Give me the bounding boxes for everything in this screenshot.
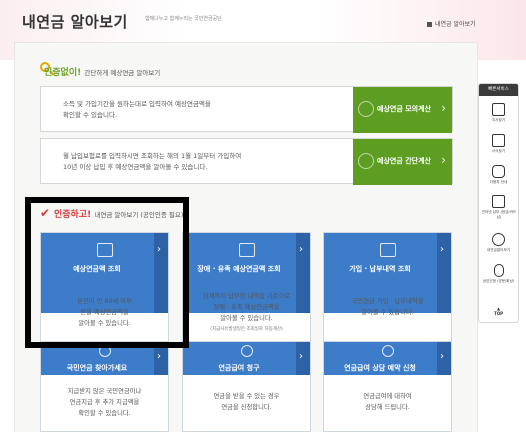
card-title: 연금급여 청구 <box>218 364 260 372</box>
simulation-button[interactable]: 예상연금 모의계산 › <box>353 87 452 133</box>
simple-calc-description: 월 납입보험료를 입력하시면 조회하는 해의 1월 1일부터 가입하여 10년 … <box>63 151 363 173</box>
card-enrollment-history[interactable]: 가입 · 납부내역 조회 › 국민연금 가입 · 납부내역을 알아볼 수 있습니… <box>323 232 452 350</box>
quick-service-menu: 빠른서비스 지사찾기 서식찾기 이용자 안내 인터넷 납부 (현금/카드 납) … <box>478 83 519 323</box>
card-arrow-tab[interactable]: › <box>437 342 451 375</box>
chevron-right-icon: › <box>299 244 303 255</box>
headset-icon <box>381 345 394 357</box>
simulation-description: 소득 및 가입기간을 원하는대로 입력하여 예상연금액을 확인할 수 있습니다. <box>63 99 363 121</box>
card-title: 장애 · 유족 예상연금액 조회 <box>197 265 281 273</box>
card-consultation-booking[interactable]: 연금급여 상담 예약 신청 › 연금급여에 대하여 상담해 드립니다. <box>323 341 452 432</box>
simple-calc-box: 월 납입보험료를 입력하시면 조회하는 해의 1월 1일부터 가입하여 10년 … <box>40 138 453 185</box>
section1-subtitle: 간단하게 예상연금 알아보기 <box>84 69 161 77</box>
chevron-right-icon: › <box>299 351 303 362</box>
card-arrow-tab[interactable]: › <box>296 342 310 375</box>
chevron-right-icon: › <box>157 351 161 362</box>
card-title: 국민연금 찾아가세요 <box>66 364 128 372</box>
quick-item-label: 지사찾기 <box>491 118 506 122</box>
quick-item-label: 내연금알아보기 <box>486 248 511 252</box>
quick-item-guide[interactable]: 이용자 안내 <box>479 165 518 185</box>
card-title: 가입 · 납부내역 조회 <box>349 265 411 273</box>
card-description: 연금을 받을 수 있는 경우 연금을 신청합니다. <box>183 391 310 413</box>
chevron-right-icon: › <box>440 244 444 255</box>
card-description-line: 연금을 받을 수 있는 경우 <box>213 393 280 400</box>
card-description-line: 알아볼 수 있습니다. <box>361 309 414 316</box>
card-description-line: 상담해 드립니다. <box>365 404 410 411</box>
card-note: (지금사유발생일은 조회일로 자동계산) <box>210 327 283 332</box>
building-icon <box>492 103 505 116</box>
pinwheel-icon <box>492 233 505 246</box>
id-card-icon <box>238 243 255 257</box>
header-nav-link[interactable]: 내연금 알아보기 <box>427 19 476 28</box>
monitor-icon <box>240 345 253 357</box>
card-disability-survivor[interactable]: 장애 · 유족 예상연금액 조회 › 현재까지 납부한 내역을 기준으로 장애 … <box>182 232 311 350</box>
simple-calc-button[interactable]: 예상연금 간단계산 › <box>353 139 452 185</box>
card-title: 연금급여 상담 예약 신청 <box>344 364 416 372</box>
simulation-description-line: 소득 및 가입기간을 원하는대로 입력하여 예상연금액을 <box>63 100 211 108</box>
square-bullet-icon <box>427 22 432 27</box>
simple-calc-description-line: 월 납입보험료를 입력하시면 조회하는 해의 1월 1일부터 가입하여 <box>63 152 242 160</box>
card-description-line: 확인할 수 있습니다. <box>78 410 131 417</box>
card-description-line: 연금을 신청합니다. <box>221 404 272 411</box>
card-header: 연금급여 청구 › <box>183 342 310 375</box>
simulation-button-label: 예상연금 모의계산 <box>377 105 431 113</box>
search-icon <box>379 243 396 257</box>
speech-bubble-icon <box>492 165 505 178</box>
card-description: 연금급여에 대하여 상담해 드립니다. <box>324 391 451 413</box>
card-description-line: 지급받지 않은 국민연금이나 <box>67 388 142 395</box>
document-search-icon <box>492 134 505 147</box>
scroll-top-label: TOP <box>493 311 504 316</box>
target-icon <box>358 101 374 117</box>
card-description-line: 국민연금 가입 · 납부내역을 <box>351 298 424 305</box>
quick-item-my-pension[interactable]: 내연금알아보기 <box>479 233 518 253</box>
chevron-right-icon: › <box>441 101 446 115</box>
card-description-line: 장애 · 유족 예상연금액을 <box>213 304 280 311</box>
simple-calc-button-label: 예상연금 간단계산 <box>377 157 431 165</box>
quick-item-label: 상담신청 (방문/화상) <box>482 279 515 283</box>
card-pension-claim[interactable]: 연금급여 청구 › 연금을 받을 수 있는 경우 연금을 신청합니다. <box>182 341 311 432</box>
tagline: 함께나누고 함께누리는 국민연금공단 <box>145 16 222 22</box>
chevron-right-icon: › <box>441 153 446 167</box>
quick-item-label: 이용자 안내 <box>489 180 508 184</box>
chevron-right-icon: › <box>440 351 444 362</box>
card-description-line: 현재까지 납부한 내역을 기준으로 <box>202 293 291 300</box>
header-nav-link-label: 내연금 알아보기 <box>435 21 476 28</box>
scroll-top-button[interactable]: ▲ TOP <box>479 306 518 316</box>
simple-calc-description-line: 10년 이상 납입 후 예상연금액을 알아볼 수 있습니다. <box>63 163 208 171</box>
quick-item-label: 서식찾기 <box>491 149 506 153</box>
card-description-line: 연금급여에 대하여 <box>363 393 412 400</box>
simulation-box: 소득 및 가입기간을 원하는대로 입력하여 예상연금액을 확인할 수 있습니다.… <box>40 86 453 133</box>
card-description: 지급받지 않은 국민연금이나 연금지급 후 추가 지급액을 확인할 수 있습니다… <box>41 386 168 419</box>
card-description: 현재까지 납부한 내역을 기준으로 장애 · 유족 예상연금액을 알아볼 수 있… <box>183 291 310 335</box>
quick-item-internet-payment[interactable]: 인터넷 납부 (현금/카드 납) <box>479 195 518 220</box>
quick-item-forms[interactable]: 서식찾기 <box>479 134 518 154</box>
calculator-icon <box>358 153 374 169</box>
mouse-icon <box>493 264 504 277</box>
quick-service-title: 빠른서비스 <box>479 84 518 96</box>
quick-item-consultation[interactable]: 상담신청 (방문/화상) <box>479 264 518 284</box>
quick-item-label: 인터넷 납부 (현금/카드 납) <box>481 210 517 219</box>
header: 내연금 알아보기 함께나누고 함께누리는 국민연금공단 내연금 알아보기 <box>0 0 526 40</box>
section1-accent: 인증없이! <box>44 68 82 78</box>
page-logo: 내연금 알아보기 <box>22 13 128 31</box>
monitor-icon <box>492 195 505 208</box>
highlight-box <box>25 197 189 348</box>
card-header: 연금급여 상담 예약 신청 › <box>324 342 451 375</box>
section1-title: 인증없이! 간단하게 예상연금 알아보기 <box>44 65 160 78</box>
quick-item-branch[interactable]: 지사찾기 <box>479 103 518 123</box>
card-description: 국민연금 가입 · 납부내역을 알아볼 수 있습니다. <box>324 296 451 318</box>
card-find-pension[interactable]: 국민연금 찾아가세요 › 지급받지 않은 국민연금이나 연금지급 후 추가 지급… <box>40 341 169 432</box>
card-description-line: 연금지급 후 추가 지급액을 <box>69 399 140 406</box>
simulation-description-line: 확인할 수 있습니다. <box>63 111 118 119</box>
card-description-line: 알아볼 수 있습니다. <box>220 315 273 322</box>
